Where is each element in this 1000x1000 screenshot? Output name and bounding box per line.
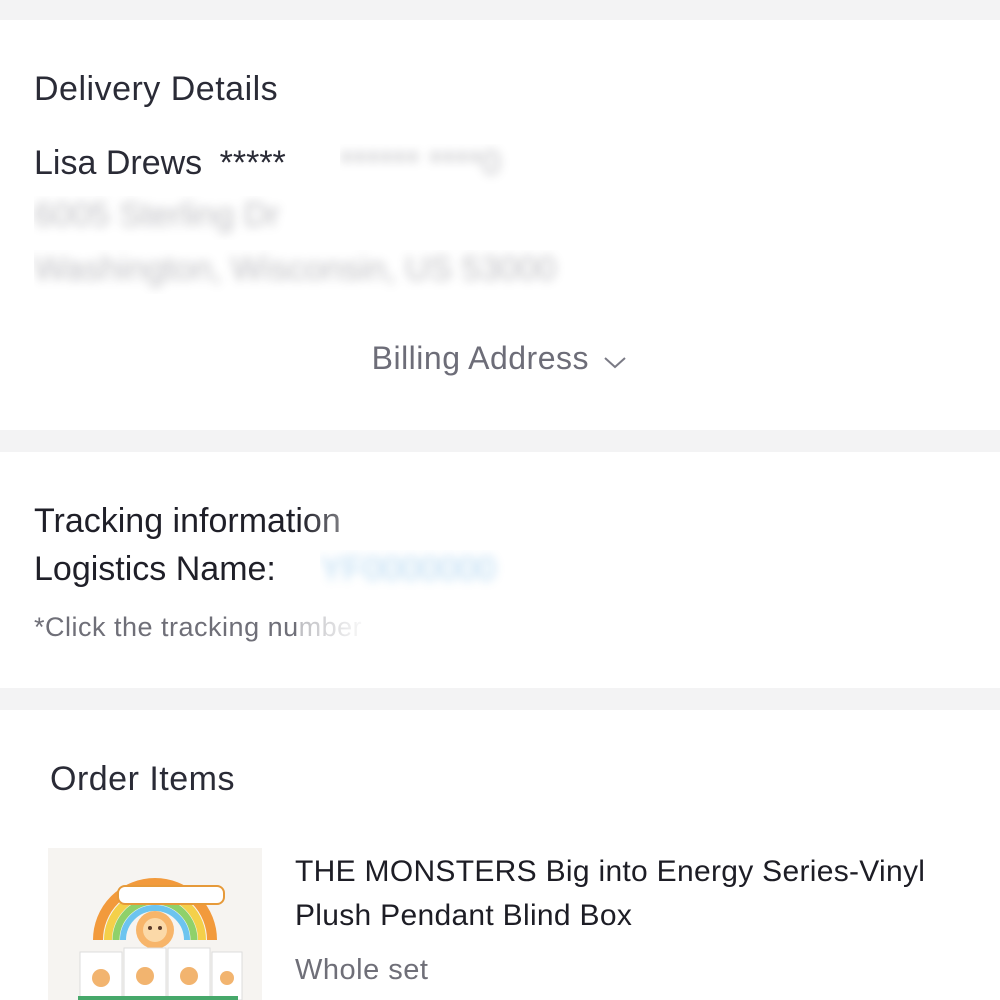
product-box-illustration — [48, 848, 262, 1000]
tracking-number-link[interactable]: YF0000000 — [320, 550, 520, 594]
delivery-details-card: Delivery Details Lisa Drews ***** ******… — [0, 20, 1000, 430]
billing-address-label: Billing Address — [371, 340, 589, 376]
tracking-info-title: Tracking information — [34, 502, 341, 540]
tracking-title-fade — [300, 498, 480, 544]
tracking-number-text: YF0000000 — [320, 550, 496, 588]
product-image[interactable] — [48, 848, 262, 1000]
recipient-phone-faded: ****** ****0 — [340, 144, 540, 188]
order-items-card: Order Items THE MONSTERS Big into Energy… — [0, 710, 1000, 1000]
order-items-title: Order Items — [50, 760, 235, 798]
address-line-2: Washington, Wisconsin, US 53000 — [34, 250, 634, 294]
address-line-1-text: 6005 Sterling Dr — [34, 196, 280, 234]
product-variant: Whole set — [295, 954, 429, 986]
recipient-name: Lisa Drews ***** — [34, 144, 286, 183]
tracking-note-fade — [300, 602, 1000, 652]
address-line-2-text: Washington, Wisconsin, US 53000 — [34, 250, 557, 288]
chevron-down-icon — [602, 342, 628, 379]
recipient-phone-masked: ***** — [219, 144, 286, 182]
recipient-name-text: Lisa Drews — [34, 144, 203, 182]
billing-address-toggle[interactable]: Billing Address — [0, 340, 1000, 379]
address-line-1: 6005 Sterling Dr — [34, 196, 394, 240]
delivery-details-title: Delivery Details — [34, 70, 279, 108]
recipient-phone-tail: ****** ****0 — [340, 144, 501, 182]
tracking-card: Tracking information Logistics Name: YF0… — [0, 452, 1000, 688]
logistics-name-label: Logistics Name: — [34, 550, 276, 588]
product-title[interactable]: THE MONSTERS Big into Energy Series-Viny… — [295, 850, 975, 938]
